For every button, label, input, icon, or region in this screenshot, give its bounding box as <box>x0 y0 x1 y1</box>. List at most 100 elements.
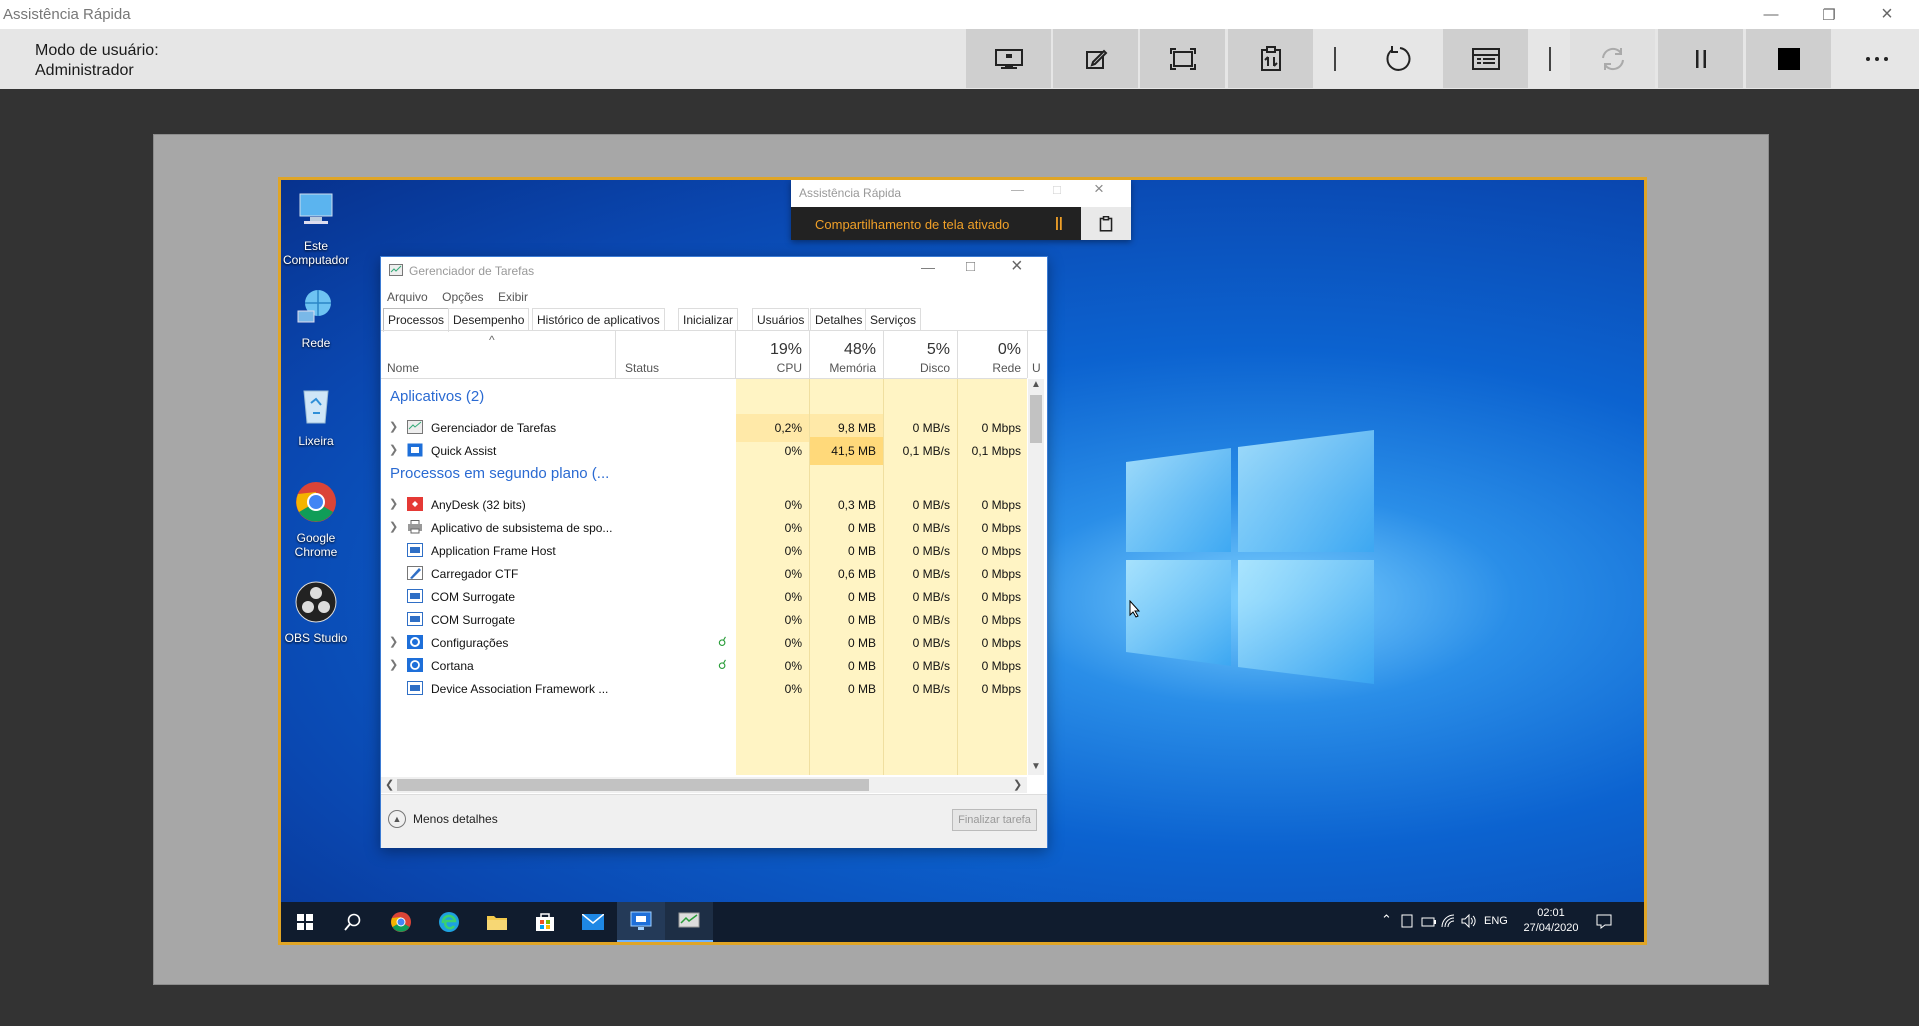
restore-button[interactable]: ❐ <box>1800 0 1858 29</box>
pause-button[interactable] <box>1658 29 1743 88</box>
anydesk-icon <box>407 497 423 511</box>
more-icon <box>1865 56 1888 61</box>
start-button[interactable] <box>281 902 329 942</box>
instruction-channel-button[interactable] <box>1228 29 1313 88</box>
desktop-icon-recycle-bin[interactable]: Lixeira <box>281 383 351 448</box>
restart-button[interactable] <box>1355 29 1440 88</box>
process-name: Aplicativo de subsistema de spo... <box>431 521 613 535</box>
menu-item-opcoes[interactable]: Opções <box>442 290 483 304</box>
cpu-value: 0% <box>784 567 802 581</box>
column-header-cpu[interactable]: CPU <box>736 361 802 375</box>
select-monitor-button[interactable] <box>966 29 1051 88</box>
chrome-icon <box>391 912 411 932</box>
desktop-icon-chrome[interactable]: Google Chrome <box>281 480 351 559</box>
taskbar-chrome[interactable] <box>377 902 425 942</box>
minimize-icon[interactable]: — <box>921 259 935 275</box>
taskbar-edge[interactable] <box>425 902 473 942</box>
memory-percent: 48% <box>843 341 876 358</box>
memory-value: 0,6 MB <box>837 567 876 581</box>
taskbar-mail[interactable] <box>569 902 617 942</box>
chevron-right-icon[interactable]: ❯ <box>389 520 398 533</box>
battery-icon[interactable] <box>1421 915 1437 933</box>
scroll-right-icon[interactable]: ❯ <box>1013 778 1022 791</box>
horizontal-scrollbar[interactable]: ❮ ❯ <box>381 777 1027 793</box>
tablet-icon[interactable] <box>1401 914 1413 933</box>
chevron-right-icon[interactable]: ❯ <box>389 658 398 671</box>
tab-inicializar[interactable]: Inicializar <box>678 308 739 331</box>
less-details-button[interactable]: ▲ Menos detalhes <box>388 810 498 828</box>
instruction-channel-button[interactable] <box>1081 207 1131 240</box>
tab-processos[interactable]: Processos <box>383 308 450 332</box>
column-header-network[interactable]: Rede <box>958 361 1021 375</box>
mouse-cursor-icon <box>1129 600 1141 618</box>
annotate-button[interactable] <box>1053 29 1138 88</box>
remote-desktop[interactable]: Este Computador Rede Lixeira Google Chro… <box>278 177 1647 945</box>
pause-icon[interactable]: || <box>1055 214 1063 230</box>
cpu-value: 0% <box>784 498 802 512</box>
close-button[interactable]: × <box>1858 0 1916 29</box>
network-value: 0 Mbps <box>981 567 1021 581</box>
language-indicator[interactable]: ENG <box>1484 915 1508 927</box>
action-center-icon[interactable] <box>1596 914 1612 934</box>
minimize-button[interactable]: — <box>1742 0 1800 29</box>
scroll-down-icon[interactable]: ▼ <box>1031 761 1041 772</box>
tab-historico[interactable]: Histórico de aplicativos <box>532 308 665 331</box>
chevron-right-icon[interactable]: ❯ <box>389 443 398 456</box>
desktop-icon-computer[interactable]: Este Computador <box>281 188 351 267</box>
close-icon[interactable]: × <box>1011 255 1023 278</box>
tab-usuarios[interactable]: Usuários <box>752 308 810 331</box>
pause-icon <box>1695 49 1706 68</box>
taskbar-quick-assist[interactable] <box>617 902 665 942</box>
qa-title: Assistência Rápida <box>799 186 902 200</box>
process-table: Aplicativos (2) ❯ Gerenciador de Tarefas… <box>381 379 1027 775</box>
column-header-name[interactable]: Nome <box>387 361 419 375</box>
chevron-right-icon[interactable]: ❯ <box>389 497 398 510</box>
scroll-up-icon[interactable]: ▲ <box>1031 379 1041 390</box>
desktop-icon-obs[interactable]: OBS Studio <box>281 580 351 645</box>
scroll-left-icon[interactable]: ❮ <box>385 778 394 791</box>
restore-icon[interactable]: □ <box>966 258 975 275</box>
process-name: Cortana <box>431 659 474 673</box>
app-window-icon <box>407 612 423 626</box>
chevron-right-icon[interactable]: ❯ <box>389 420 398 433</box>
chevron-right-icon[interactable]: ❯ <box>389 635 398 648</box>
table-row[interactable]: Device Association Framework ... 0% 0 MB… <box>381 675 1027 703</box>
reconnect-button[interactable] <box>1570 29 1655 88</box>
minimize-icon[interactable]: — <box>1011 182 1024 197</box>
tab-detalhes[interactable]: Detalhes <box>810 308 868 331</box>
wifi-icon[interactable] <box>1441 914 1457 933</box>
tab-servicos[interactable]: Serviços <box>865 308 922 331</box>
task-manager-app-icon <box>389 264 403 276</box>
end-task-button[interactable]: Finalizar tarefa <box>952 809 1037 831</box>
taskbar-explorer[interactable] <box>473 902 521 942</box>
menu-item-exibir[interactable]: Exibir <box>498 290 528 304</box>
show-hidden-icons-icon[interactable]: ⌃ <box>1381 912 1392 928</box>
printer-icon <box>408 520 422 534</box>
close-icon[interactable]: × <box>1094 180 1104 199</box>
task-manager-button[interactable] <box>1443 29 1528 88</box>
taskbar-store[interactable] <box>521 902 569 942</box>
quick-assist-icon <box>407 443 423 457</box>
more-button[interactable] <box>1834 29 1919 88</box>
memory-value: 0 MB <box>847 590 876 604</box>
volume-icon[interactable] <box>1461 913 1477 933</box>
table-row[interactable]: ❯ Quick Assist 0% 41,5 MB 0,1 MB/s 0,1 M… <box>381 437 1027 465</box>
column-header-disk[interactable]: Disco <box>884 361 950 375</box>
end-session-button[interactable] <box>1746 29 1831 88</box>
actual-size-button[interactable] <box>1140 29 1225 88</box>
memory-value: 0 MB <box>847 544 876 558</box>
column-header-extra: U <box>1032 361 1041 375</box>
taskbar-task-manager[interactable] <box>665 902 713 942</box>
search-button[interactable] <box>329 902 377 942</box>
app-window-icon <box>407 589 423 603</box>
restore-icon[interactable]: □ <box>1053 182 1061 197</box>
scroll-thumb[interactable] <box>397 779 869 791</box>
menu-item-arquivo[interactable]: Arquivo <box>387 290 428 304</box>
scroll-thumb[interactable] <box>1030 395 1042 443</box>
tab-desempenho[interactable]: Desempenho <box>448 308 530 331</box>
column-header-memory[interactable]: Memória <box>810 361 876 375</box>
vertical-scrollbar[interactable]: ▲ ▼ <box>1028 379 1044 775</box>
desktop-icon-network[interactable]: Rede <box>281 285 351 350</box>
clock[interactable]: 02:01 27/04/2020 <box>1521 906 1581 936</box>
column-header-status[interactable]: Status <box>625 361 659 375</box>
